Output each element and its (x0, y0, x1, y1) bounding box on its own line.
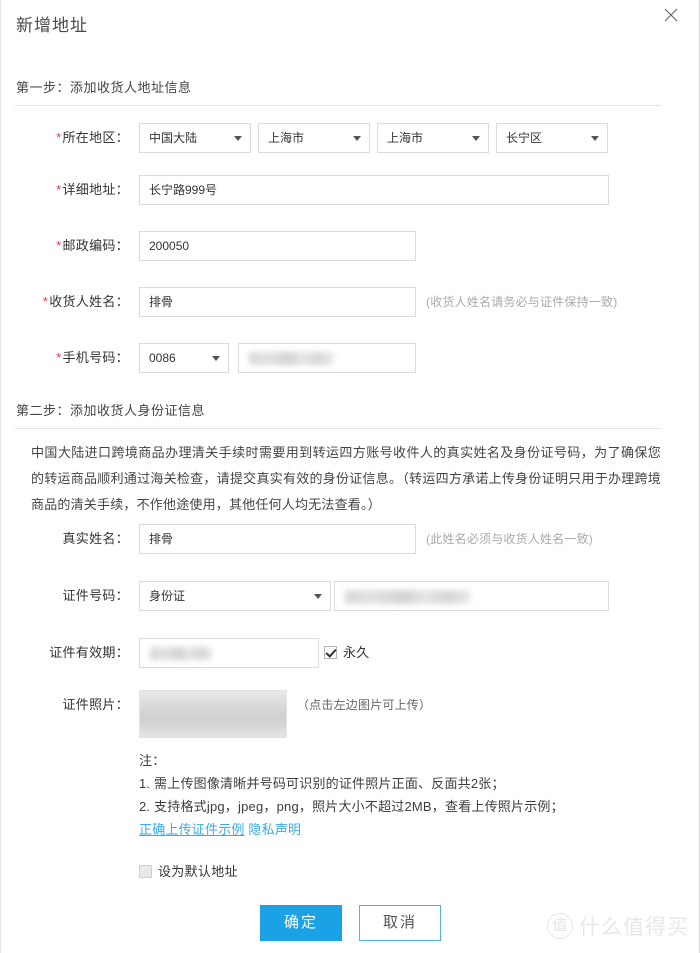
dialog-header: 新增地址 (1, 0, 699, 56)
redacted-id-number (345, 590, 470, 604)
id-photo-label: 证件照片： (62, 697, 129, 712)
default-address-label: 设为默认地址 (158, 864, 238, 879)
chevron-down-icon (472, 136, 480, 141)
close-icon[interactable] (664, 8, 686, 30)
chevron-down-icon (314, 594, 322, 599)
step2-divider (15, 428, 661, 429)
id-number-input[interactable] (334, 581, 609, 611)
step2-heading: 第二步：添加收货人身份证信息 (16, 403, 206, 418)
default-address-checkbox[interactable] (139, 865, 152, 878)
detail-address-input[interactable]: 长宁路999号 (139, 175, 609, 205)
phone-label: *手机号码： (56, 350, 129, 365)
phone-country-code-value: 0086 (149, 351, 176, 365)
form-row-id-number: 证件号码： 身份证 (1, 581, 700, 611)
region-city-value: 上海市 (387, 131, 424, 145)
form-row-id-photo: 证件照片： （点击左边图片可上传） (1, 690, 700, 738)
upload-notes: 注： 1. 需上传图像清晰并号码可识别的证件照片正面、反面共2张； 2. 支持格… (139, 749, 564, 841)
notes-title: 注： (139, 753, 166, 768)
region-label: *所在地区： (56, 130, 129, 145)
real-name-input[interactable]: 排骨 (139, 524, 416, 554)
redacted-id-photo (140, 691, 286, 737)
id-validity-input[interactable] (139, 638, 319, 668)
phone-country-code-select[interactable]: 0086 (139, 343, 229, 373)
id-type-select[interactable]: 身份证 (139, 581, 331, 611)
watermark-logo-icon: 值 (547, 913, 573, 939)
page-title: 新增地址 (16, 16, 88, 35)
privacy-statement-link[interactable]: 隐私声明 (248, 822, 301, 837)
region-country-value: 中国大陆 (149, 131, 198, 145)
required-marker: * (56, 130, 62, 145)
permanent-checkbox[interactable] (324, 646, 337, 659)
default-address-checkbox-row[interactable]: 设为默认地址 (139, 864, 238, 880)
id-number-label: 证件号码： (62, 588, 129, 603)
form-row-id-validity: 证件有效期： 永久 (1, 638, 700, 668)
id-type-value: 身份证 (149, 589, 186, 603)
form-row-receiver-name: *收货人姓名： 排骨 (收货人姓名请务必与证件保持一致) (1, 287, 700, 317)
chevron-down-icon (212, 356, 220, 361)
redacted-phone-number (249, 352, 333, 365)
redacted-validity-date (150, 647, 212, 660)
receiver-name-label: *收货人姓名： (42, 294, 129, 309)
id-validity-label: 证件有效期： (49, 645, 129, 660)
watermark-text: 什么值得买 (579, 916, 689, 939)
real-name-label: 真实姓名： (62, 531, 129, 546)
watermark: 值 什么值得买 (547, 911, 689, 941)
form-row-region: *所在地区： 中国大陆 上海市 上海市 长宁区 (1, 123, 700, 153)
step1-divider (15, 105, 661, 106)
cancel-button[interactable]: 取消 (359, 905, 441, 941)
form-row-phone: *手机号码： 0086 (1, 343, 700, 373)
region-country-select[interactable]: 中国大陆 (139, 123, 251, 153)
confirm-button[interactable]: 确定 (260, 905, 342, 941)
region-province-select[interactable]: 上海市 (258, 123, 370, 153)
phone-number-input[interactable] (238, 343, 416, 373)
permanent-checkbox-row[interactable]: 永久 (324, 645, 370, 661)
notes-links: 正确上传证件示例 隐私声明 (139, 818, 564, 841)
customs-notice-text: 中国大陆进口跨境商品办理清关手续时需要用到转运四方账号收件人的真实姓名及身份证号… (31, 445, 661, 512)
form-row-postcode: *邮政编码： 200050 (1, 231, 700, 261)
id-photo-hint: （点击左边图片可上传） (297, 698, 432, 712)
id-photo-upload-thumbnail[interactable] (139, 690, 287, 738)
postcode-label: *邮政编码： (56, 238, 129, 253)
add-address-dialog: 新增地址 第一步：添加收货人地址信息 *所在地区： 中国大陆 上海市 上海市 长… (0, 0, 700, 953)
chevron-down-icon (353, 136, 361, 141)
chevron-down-icon (234, 136, 242, 141)
region-city-select[interactable]: 上海市 (377, 123, 489, 153)
region-province-value: 上海市 (268, 131, 305, 145)
postcode-input[interactable]: 200050 (139, 231, 416, 261)
step1-heading: 第一步：添加收货人地址信息 (16, 80, 192, 95)
region-district-select[interactable]: 长宁区 (496, 123, 608, 153)
detail-address-label: *详细地址： (56, 182, 129, 197)
receiver-name-hint: (收货人姓名请务必与证件保持一致) (426, 295, 618, 309)
form-row-real-name: 真实姓名： 排骨 (此姓名必须与收货人姓名一致) (1, 524, 700, 554)
notes-line-2: 2. 支持格式jpg，jpeg，png，照片大小不超过2MB，查看上传照片示例； (139, 799, 564, 814)
real-name-hint: (此姓名必须与收货人姓名一致) (426, 532, 593, 546)
notes-line-1: 1. 需上传图像清晰并号码可识别的证件照片正面、反面共2张； (139, 776, 505, 791)
permanent-label: 永久 (343, 645, 370, 660)
correct-upload-example-link[interactable]: 正确上传证件示例 (139, 822, 245, 837)
region-district-value: 长宁区 (506, 131, 543, 145)
form-row-detail-address: *详细地址： 长宁路999号 (1, 175, 700, 205)
receiver-name-input[interactable]: 排骨 (139, 287, 416, 317)
chevron-down-icon (591, 136, 599, 141)
